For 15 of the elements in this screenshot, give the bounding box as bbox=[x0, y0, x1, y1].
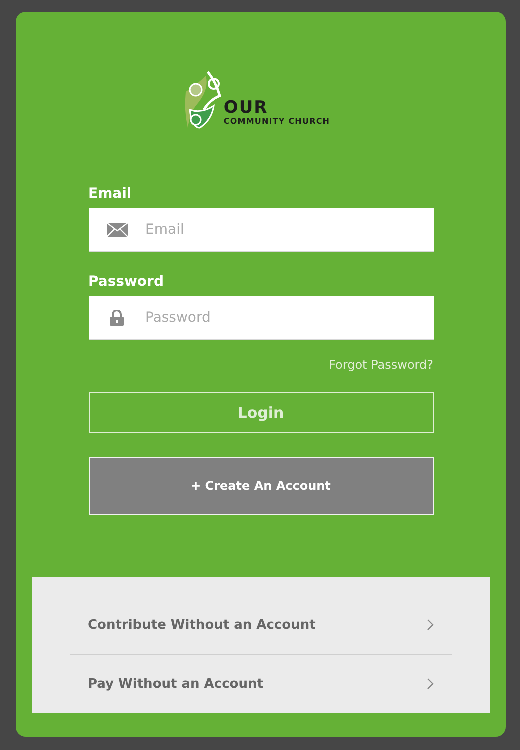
forgot-password-link[interactable]: Forgot Password? bbox=[329, 358, 434, 372]
chevron-right-icon bbox=[427, 619, 434, 631]
logo-text: OUR bbox=[224, 100, 270, 117]
envelope-icon bbox=[106, 223, 128, 237]
field-label: Password bbox=[88, 274, 164, 290]
email-field[interactable]: Email bbox=[88, 208, 434, 252]
create-account-button[interactable]: + Create An Account bbox=[88, 457, 434, 515]
lock-icon bbox=[110, 310, 124, 326]
password-field[interactable]: Password bbox=[88, 296, 434, 340]
guest-link[interactable]: Pay Without an Account bbox=[70, 654, 452, 713]
logo-subtitle: COMMUNITY CHURCH bbox=[224, 117, 330, 126]
guest-link[interactable]: Contribute Without an Account bbox=[70, 596, 452, 654]
chevron-right-icon bbox=[427, 678, 434, 690]
login-button[interactable]: Login bbox=[88, 392, 434, 433]
field-label: Email bbox=[88, 186, 132, 202]
